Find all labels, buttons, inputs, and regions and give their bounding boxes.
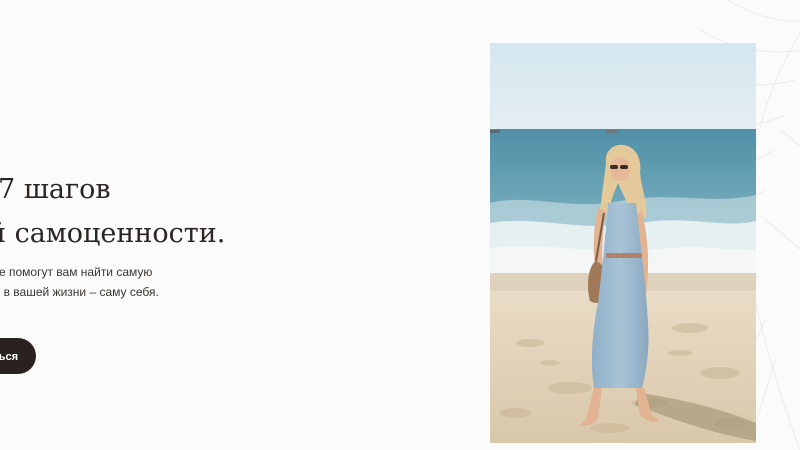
hero-description-line-1: е помогут вам найти самую <box>0 265 153 279</box>
hero-heading-line-2: й самоценности. <box>0 218 226 249</box>
hero-description-line-2: ь в вашей жизни – саму себя. <box>0 285 159 299</box>
hero-section: 7 шагов й самоценности. е помогут вам на… <box>0 0 800 450</box>
cta-button[interactable]: ься <box>0 338 36 374</box>
hero-description: е помогут вам найти самую ь в вашей жизн… <box>0 262 159 302</box>
hero-heading-line-1: 7 шагов <box>0 174 111 205</box>
hero-photo <box>490 43 756 443</box>
hero-heading: 7 шагов й самоценности. <box>0 168 225 256</box>
